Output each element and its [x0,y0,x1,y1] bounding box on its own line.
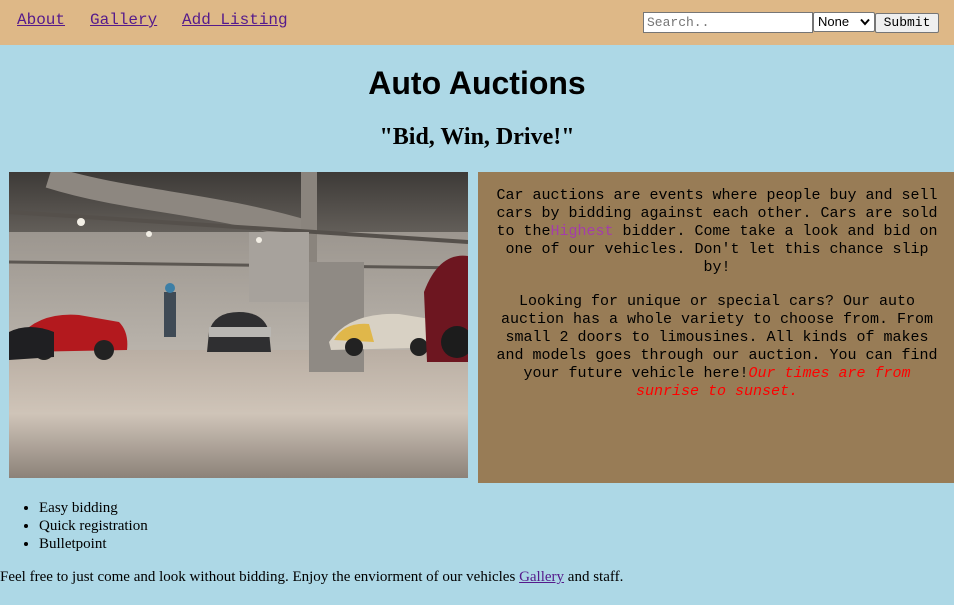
nav-link-gallery[interactable]: Gallery [90,11,157,29]
chevron-down-icon [860,18,870,26]
footer-gallery-link[interactable]: Gallery [519,569,564,585]
info-panel: Car auctions are events where people buy… [478,172,954,483]
list-item: Quick registration [39,517,148,535]
car-showroom-photo-icon [9,172,468,478]
info-paragraph-2: Looking for unique or special cars? Our … [496,293,938,400]
filter-select-value: None [818,14,850,29]
page-title: Auto Auctions [368,65,586,101]
hero-image [9,172,468,478]
search-input[interactable] [643,12,813,33]
nav-link-about[interactable]: About [17,11,65,29]
list-item: Easy bidding [39,499,148,517]
footer-text: Feel free to just come and look without … [0,569,624,585]
tagline: "Bid, Win, Drive!" [379,124,575,150]
filter-select[interactable]: None [813,12,875,32]
highlight-text: Highest [550,223,614,240]
submit-button[interactable]: Submit [875,13,939,33]
list-item: Bulletpoint [39,535,148,553]
info-paragraph-1: Car auctions are events where people buy… [496,187,938,276]
feature-list: Easy bidding Quick registration Bulletpo… [0,499,148,553]
nav-link-add-listing[interactable]: Add Listing [182,11,288,29]
top-navigation-bar: About Gallery Add Listing None Submit [0,0,954,45]
